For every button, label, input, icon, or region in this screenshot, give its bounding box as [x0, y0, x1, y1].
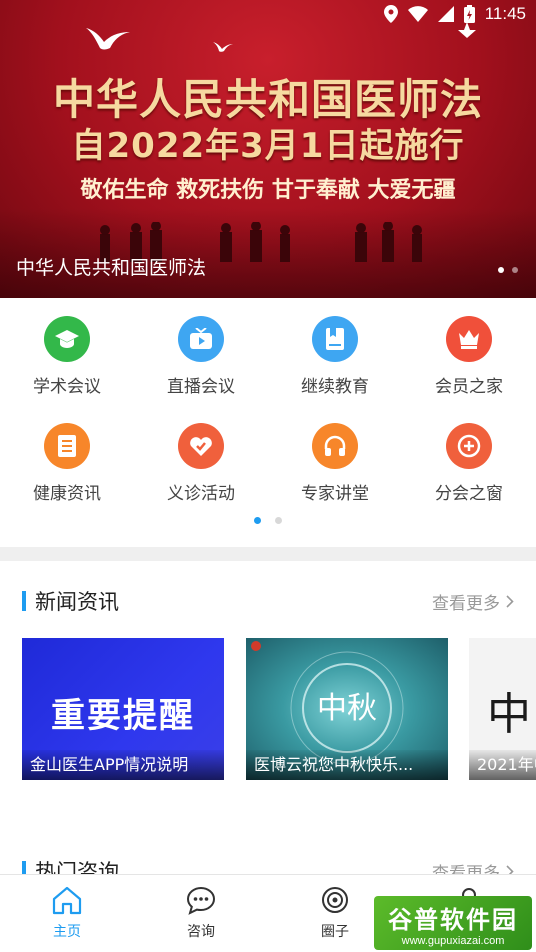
section-divider — [0, 547, 536, 561]
category-live-conference[interactable]: 直播会议 — [134, 316, 268, 397]
book-icon — [312, 316, 358, 362]
tab-home[interactable]: 主页 — [0, 875, 134, 952]
news-image-text: 中秋 — [317, 691, 377, 726]
news-card[interactable]: 中 2021年中 — [469, 638, 536, 780]
grid-pagination — [0, 517, 536, 524]
news-caption: 金山医生APP情况说明 — [22, 750, 224, 780]
news-section-header: 新闻资讯 查看更多 — [0, 586, 536, 616]
category-label: 健康资讯 — [33, 484, 101, 504]
pagination-dot — [275, 517, 282, 524]
news-more-link[interactable]: 查看更多 — [432, 589, 514, 614]
news-image-text: 中 — [487, 689, 531, 740]
category-label: 学术会议 — [33, 377, 101, 397]
crown-icon — [446, 316, 492, 362]
heart-hands-icon — [178, 423, 224, 469]
tv-play-icon — [178, 316, 224, 362]
location-icon — [383, 5, 398, 23]
tab-label: 咨询 — [187, 924, 215, 940]
dove-icon — [213, 42, 233, 52]
status-time: 11:45 — [484, 4, 526, 23]
chat-bubble-icon — [186, 886, 216, 915]
news-section-title: 新闻资讯 — [22, 586, 119, 616]
category-label: 义诊活动 — [167, 484, 235, 504]
banner-pagination — [498, 267, 518, 273]
category-expert-lectures[interactable]: 专家讲堂 — [268, 423, 402, 504]
wifi-icon — [407, 6, 428, 22]
battery-icon — [463, 5, 475, 23]
news-carousel[interactable]: 重要提醒 金山医生APP情况说明 中秋 医博云祝您中秋快乐... 中 2021年… — [22, 638, 536, 780]
category-continuing-education[interactable]: 继续教育 — [268, 316, 402, 397]
category-free-clinic[interactable]: 义诊活动 — [134, 423, 268, 504]
site-watermark: 谷普软件园 www.gupuxiazai.com — [374, 896, 532, 950]
banner-slogan: 敬佑生命 救死扶伤 甘于奉献 大爱无疆 — [80, 178, 456, 203]
category-label: 会员之家 — [435, 377, 503, 397]
pagination-dot — [512, 267, 518, 273]
news-caption: 医博云祝您中秋快乐... — [246, 750, 448, 780]
banner-caption: 中华人民共和国医师法 — [16, 257, 207, 279]
more-label: 查看更多 — [432, 593, 500, 614]
tab-label: 主页 — [53, 924, 81, 940]
newspaper-icon — [44, 423, 90, 469]
chevron-right-icon — [506, 594, 514, 608]
dove-icon — [86, 28, 130, 50]
headphones-icon — [312, 423, 358, 469]
category-label: 直播会议 — [167, 377, 235, 397]
tab-consult[interactable]: 咨询 — [134, 875, 268, 952]
news-image-text: 重要提醒 — [51, 696, 195, 736]
category-grid: 学术会议 直播会议 继续教育 会员之家 健康资讯 义诊活动 专家讲堂 分会之窗 — [0, 316, 536, 504]
category-label: 分会之窗 — [435, 484, 503, 504]
news-title-text: 新闻资讯 — [35, 590, 119, 614]
target-circle-icon — [322, 887, 348, 913]
home-icon — [52, 886, 82, 915]
category-health-news[interactable]: 健康资讯 — [0, 423, 134, 504]
news-caption: 2021年中 — [469, 750, 536, 780]
watermark-title: 谷普软件园 — [388, 905, 518, 934]
news-card[interactable]: 中秋 医博云祝您中秋快乐... — [246, 638, 448, 780]
graduation-cap-icon — [44, 316, 90, 362]
banner-carousel[interactable]: 11:45 中华人民共和国医师法 自2022年3月1日起施行 敬佑生命 救死扶伤… — [0, 0, 536, 298]
category-academic-conference[interactable]: 学术会议 — [0, 316, 134, 397]
tab-label: 圈子 — [321, 924, 349, 940]
category-member-home[interactable]: 会员之家 — [402, 316, 536, 397]
pagination-dot-active — [254, 517, 261, 524]
signal-icon — [437, 6, 454, 22]
status-bar: 11:45 — [0, 0, 536, 28]
plus-heart-icon — [446, 423, 492, 469]
news-card[interactable]: 重要提醒 金山医生APP情况说明 — [22, 638, 224, 780]
banner-subtitle: 自2022年3月1日起施行 — [71, 126, 465, 166]
title-accent-bar — [22, 591, 26, 611]
category-label: 继续教育 — [301, 377, 369, 397]
category-label: 专家讲堂 — [301, 484, 369, 504]
watermark-url: www.gupuxiazai.com — [401, 934, 505, 947]
category-branch-window[interactable]: 分会之窗 — [402, 423, 536, 504]
pagination-dot-active — [498, 267, 504, 273]
